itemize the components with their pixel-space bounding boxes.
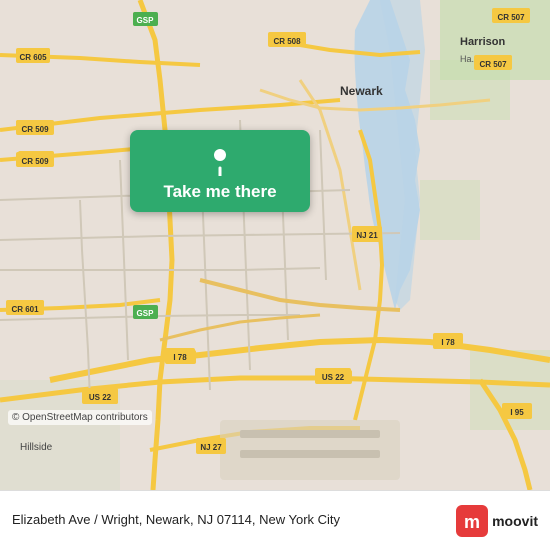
moovit-text: moovit [492,513,538,529]
svg-text:CR 507: CR 507 [497,13,525,22]
svg-text:US 22: US 22 [89,393,112,402]
take-me-there-label: Take me there [163,182,276,202]
osm-text: © OpenStreetMap contributors [12,412,148,423]
svg-text:I 78: I 78 [441,338,455,347]
svg-text:CR 508: CR 508 [273,37,301,46]
osm-attribution: © OpenStreetMap contributors [8,410,152,425]
svg-text:m: m [464,512,480,532]
svg-text:CR 507: CR 507 [479,60,507,69]
moovit-logo-icon: m [456,505,488,537]
svg-text:US 22: US 22 [322,373,345,382]
svg-text:CR 601: CR 601 [11,305,39,314]
map-container: Harrison Ha... Newark Hillside GSP GSP C… [0,0,550,490]
moovit-logo: m moovit [456,505,538,537]
svg-text:NJ 27: NJ 27 [200,443,222,452]
svg-text:NJ 21: NJ 21 [356,231,378,240]
svg-text:Hillside: Hillside [20,442,53,453]
location-pin-icon [202,140,238,176]
svg-text:I 95: I 95 [510,408,524,417]
svg-text:CR 509: CR 509 [21,157,49,166]
svg-text:I 78: I 78 [173,353,187,362]
bottom-bar: Elizabeth Ave / Wright, Newark, NJ 07114… [0,490,550,550]
svg-text:CR 605: CR 605 [19,53,47,62]
address-label: Elizabeth Ave / Wright, Newark, NJ 07114… [12,512,456,529]
take-me-there-button[interactable]: Take me there [130,130,310,212]
svg-text:GSP: GSP [137,309,155,318]
svg-text:Harrison: Harrison [460,36,506,48]
svg-text:Newark: Newark [340,84,383,98]
svg-text:CR 509: CR 509 [21,125,49,134]
svg-text:GSP: GSP [137,16,155,25]
button-overlay: Take me there [130,130,310,212]
